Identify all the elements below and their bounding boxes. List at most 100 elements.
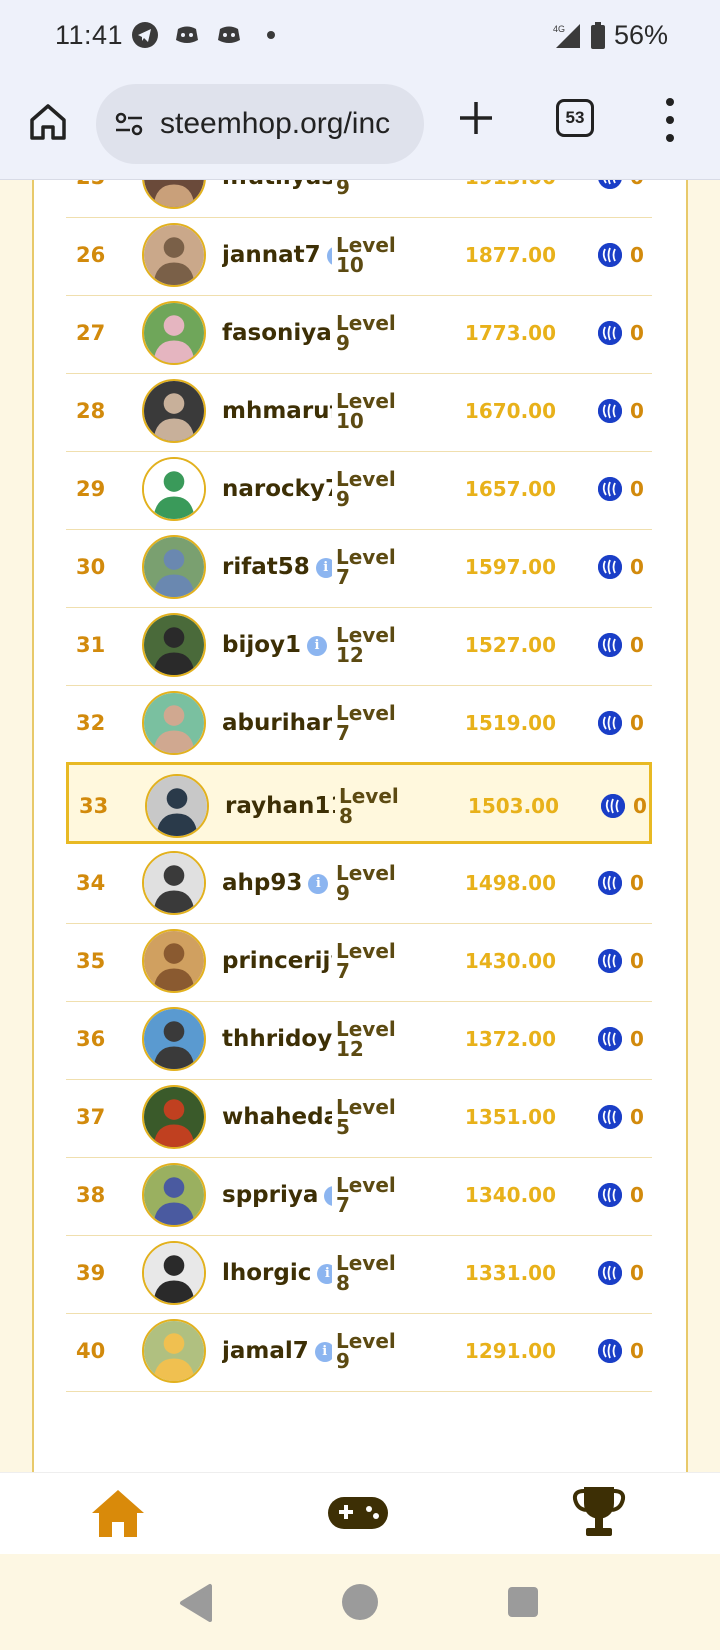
avatar[interactable] [142, 1319, 206, 1383]
system-home-button[interactable] [342, 1584, 378, 1620]
username-text: lhorgic [222, 1260, 312, 1286]
site-settings-icon[interactable] [112, 107, 146, 141]
username[interactable]: fasoniya [222, 292, 332, 374]
username[interactable]: lhorgic i [222, 1232, 332, 1314]
points-value: 1291.00 [464, 1339, 556, 1363]
reward-value: 0 [630, 871, 644, 895]
table-row[interactable]: 33 rayhan111Level 8 1503.00 0 [66, 762, 652, 844]
home-icon[interactable] [90, 1487, 146, 1539]
username[interactable]: bijoy1 i [222, 604, 332, 686]
table-row[interactable]: 36 thhridoyiLevel 12 1372.00 0 [66, 998, 652, 1080]
username[interactable]: iffatilyas [222, 180, 332, 218]
reward-value: 0 [630, 555, 644, 579]
table-row[interactable]: 40 jamal7 i Level 9 1291.00 0 [66, 1310, 652, 1392]
avatar[interactable] [142, 1241, 206, 1305]
username[interactable]: jamal7 i [222, 1310, 332, 1392]
table-row[interactable]: 34 ahp93 i Level 9 1498.00 0 [66, 842, 652, 924]
avatar[interactable] [145, 774, 209, 838]
username[interactable]: mhmaruf [222, 370, 332, 452]
username[interactable]: rifat58 i [222, 526, 332, 608]
new-tab-icon[interactable] [456, 98, 496, 138]
avatar[interactable] [142, 929, 206, 993]
rank-number: 25 [76, 180, 105, 218]
avatar[interactable] [142, 613, 206, 677]
info-icon[interactable]: i [307, 635, 328, 656]
avatar[interactable] [142, 535, 206, 599]
tab-switcher-button[interactable]: 53 [556, 99, 594, 137]
reward-cell: 0 [598, 448, 644, 530]
avatar[interactable] [142, 1085, 206, 1149]
username-text: narocky7 [222, 476, 332, 502]
avatar[interactable] [142, 1007, 206, 1071]
info-icon[interactable]: i [324, 1185, 332, 1206]
info-icon[interactable]: i [314, 1341, 332, 1362]
avatar[interactable] [142, 851, 206, 915]
username[interactable]: ahp93 i [222, 842, 332, 924]
trophy-icon[interactable] [570, 1483, 628, 1541]
table-row[interactable]: 38 sppriyaiLevel 7 1340.00 0 [66, 1154, 652, 1236]
steem-icon [598, 477, 622, 501]
notification-icons [130, 20, 286, 50]
info-icon[interactable]: i [317, 1263, 332, 1284]
username-text: ahp93 [222, 870, 303, 896]
table-row[interactable]: 29 narocky7 Level 9 1657.00 0 [66, 448, 652, 530]
table-row[interactable]: 31 bijoy1 i Level 12 1527.00 0 [66, 604, 652, 686]
battery-icon [590, 21, 605, 49]
avatar[interactable] [142, 223, 206, 287]
username[interactable]: rayhan111 [225, 765, 335, 847]
table-row[interactable]: 28 mhmaruf Level 10 1670.00 0 [66, 370, 652, 452]
points-value: 1498.00 [464, 871, 556, 895]
battery-percent: 56% [613, 20, 668, 50]
steem-icon [598, 711, 622, 735]
table-row[interactable]: 26 jannat7iLevel 10 1877.00 0 [66, 214, 652, 296]
points-value: 1331.00 [464, 1261, 556, 1285]
username[interactable]: thhridoyi [222, 998, 332, 1080]
table-row[interactable]: 39 lhorgic i Level 8 1331.00 0 [66, 1232, 652, 1314]
avatar[interactable] [142, 1163, 206, 1227]
home-icon[interactable] [26, 100, 70, 144]
info-icon[interactable]: i [308, 873, 329, 894]
reward-value: 0 [630, 949, 644, 973]
reward-cell: 0 [601, 765, 647, 847]
info-icon[interactable]: i [315, 557, 332, 578]
avatar[interactable] [142, 301, 206, 365]
username-text: jannat7 [222, 242, 321, 268]
level-label: Level 5 [336, 1095, 396, 1139]
username[interactable]: jannat7i [222, 214, 332, 296]
table-row[interactable]: 32 aburihan1Level 7 1519.00 0 [66, 682, 652, 764]
reward-cell: 0 [598, 370, 644, 452]
username[interactable]: whaheda [222, 1076, 332, 1158]
more-menu-icon[interactable] [662, 98, 678, 142]
username[interactable]: aburihan1 [222, 682, 332, 764]
username[interactable]: princerijw [222, 920, 332, 1002]
avatar[interactable] [142, 457, 206, 521]
rank-number: 40 [76, 1339, 106, 1363]
rank-number: 28 [76, 399, 106, 423]
points-value: 1527.00 [464, 633, 556, 657]
level-label: Level 9 [336, 467, 396, 511]
level-label: Level 12 [336, 1017, 396, 1061]
table-row[interactable]: 35 princerijwLevel 7 1430.00 0 [66, 920, 652, 1002]
username[interactable]: narocky7 [222, 448, 332, 530]
rank-number: 31 [76, 633, 106, 657]
username[interactable]: sppriyai [222, 1154, 332, 1236]
username-text: rayhan111 [225, 793, 335, 819]
gamepad-icon[interactable] [326, 1491, 390, 1535]
avatar[interactable] [142, 180, 206, 209]
level-label: Level 9 [336, 1329, 396, 1373]
address-bar[interactable]: steemhop.org/inc [96, 84, 424, 164]
points-value: 1340.00 [464, 1183, 556, 1207]
reward-cell: 0 [598, 1076, 644, 1158]
table-row[interactable]: 25 iffatilyas Level 9 1913.00 0 [66, 180, 652, 218]
table-row[interactable]: 37 whaheda Level 5 1351.00 0 [66, 1076, 652, 1158]
table-row[interactable]: 27 fasoniya Level 9 1773.00 0 [66, 292, 652, 374]
back-icon[interactable] [176, 1582, 216, 1624]
level-label: Level 7 [336, 701, 396, 745]
avatar[interactable] [142, 691, 206, 755]
avatar[interactable] [142, 379, 206, 443]
table-row[interactable]: 30 rifat58 i Level 7 1597.00 0 [66, 526, 652, 608]
reward-cell: 0 [598, 920, 644, 1002]
recents-button[interactable] [508, 1587, 538, 1617]
info-icon[interactable]: i [326, 245, 332, 266]
points-value: 1773.00 [464, 321, 556, 345]
